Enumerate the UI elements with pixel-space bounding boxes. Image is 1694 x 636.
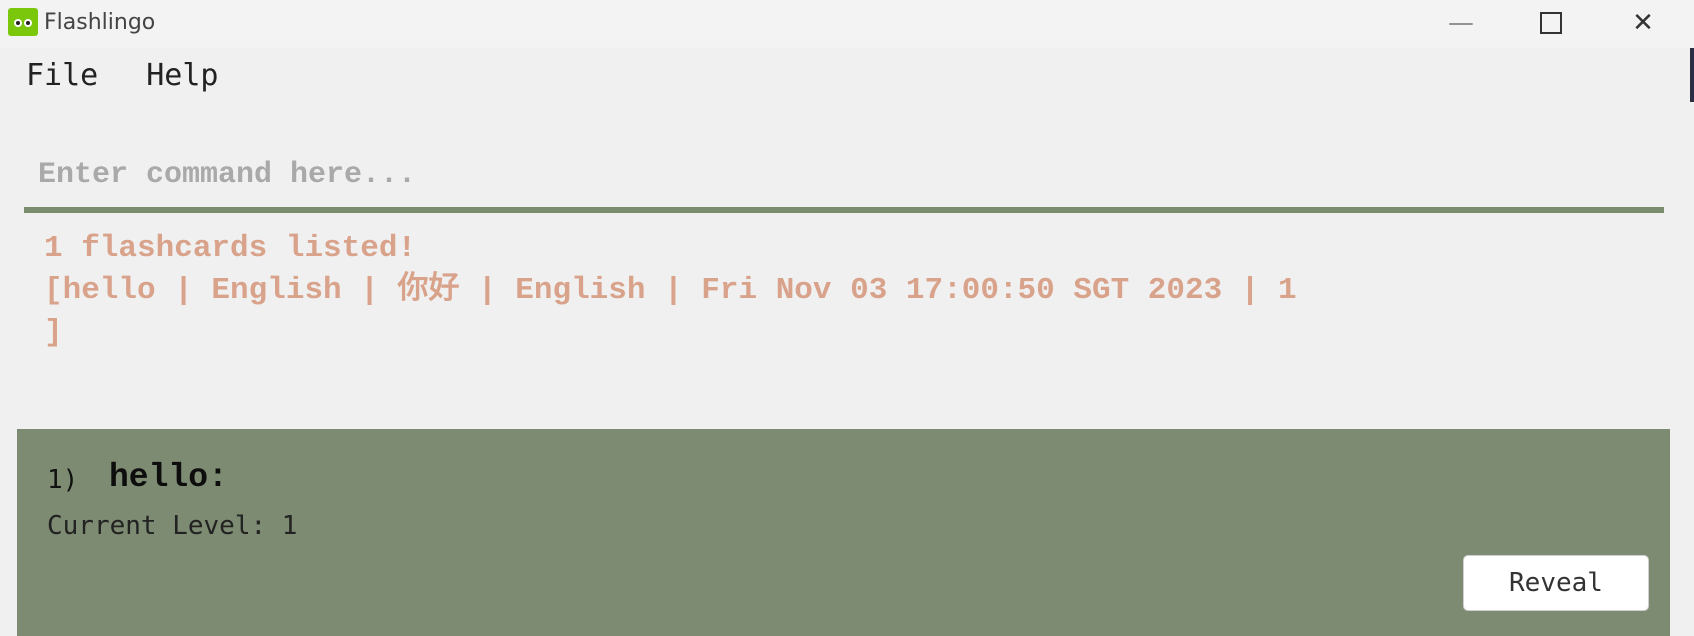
command-underline (24, 207, 1664, 213)
maximize-icon (1540, 12, 1562, 34)
command-input[interactable] (24, 145, 1664, 205)
owl-logo-icon (8, 8, 38, 36)
result-display: 1 flashcards listed! [hello | English | … (24, 214, 1664, 414)
close-icon: ✕ (1632, 8, 1654, 38)
menu-help[interactable]: Help (138, 56, 226, 100)
app-window: Flashlingo — ✕ File Help 1 flashcards li… (0, 0, 1694, 636)
flashcard-word: hello: (109, 459, 228, 496)
menu-file[interactable]: File (18, 56, 106, 100)
minimize-icon: — (1448, 8, 1474, 38)
result-line: 1 flashcards listed! (44, 231, 417, 266)
flashcard-list: 1) hello: Current Level: 1 Reveal (17, 429, 1670, 636)
title-bar[interactable]: Flashlingo — ✕ (0, 0, 1694, 48)
flashcard-index: 1) (47, 465, 79, 495)
window-edge (1690, 48, 1694, 102)
result-line: ] (44, 315, 63, 350)
reveal-button[interactable]: Reveal (1463, 555, 1649, 611)
window-title: Flashlingo (44, 10, 156, 35)
menu-bar: File Help (18, 56, 227, 100)
command-box (24, 145, 1664, 205)
flashcard-level: Current Level: 1 (47, 511, 298, 541)
close-button[interactable]: ✕ (1598, 0, 1688, 46)
result-line: [hello | English | 你好 | English | Fri No… (44, 273, 1297, 308)
minimize-button[interactable]: — (1416, 0, 1506, 46)
maximize-button[interactable] (1506, 0, 1596, 46)
